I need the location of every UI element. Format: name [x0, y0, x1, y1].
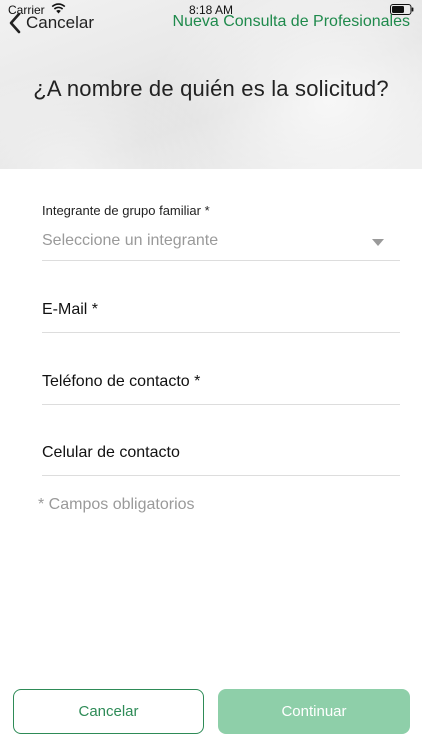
email-field-label: E-Mail *	[42, 301, 99, 318]
phone-field[interactable]: Teléfono de contacto *	[42, 361, 400, 405]
caret-down-icon	[372, 239, 384, 246]
family-member-label: Integrante de grupo familiar *	[42, 203, 210, 218]
family-member-select[interactable]: Seleccione un integrante	[42, 227, 400, 261]
chevron-left-icon	[9, 12, 21, 34]
page-title: ¿A nombre de quién es la solicitud?	[33, 76, 389, 101]
mobile-field[interactable]: Celular de contacto	[42, 432, 400, 476]
mobile-field-label: Celular de contacto	[42, 444, 180, 461]
family-member-placeholder: Seleccione un integrante	[42, 232, 219, 249]
phone-field-label: Teléfono de contacto *	[42, 373, 201, 390]
cancel-button[interactable]: Cancelar	[13, 689, 204, 734]
email-field[interactable]: E-Mail *	[42, 289, 400, 333]
back-label: Cancelar	[26, 13, 95, 32]
continue-button[interactable]: Continuar	[218, 689, 410, 734]
nav-title: Nueva Consulta de Profesionales	[172, 13, 410, 30]
back-button[interactable]: Cancelar	[8, 10, 94, 36]
required-fields-note: * Campos obligatorios	[38, 496, 195, 513]
